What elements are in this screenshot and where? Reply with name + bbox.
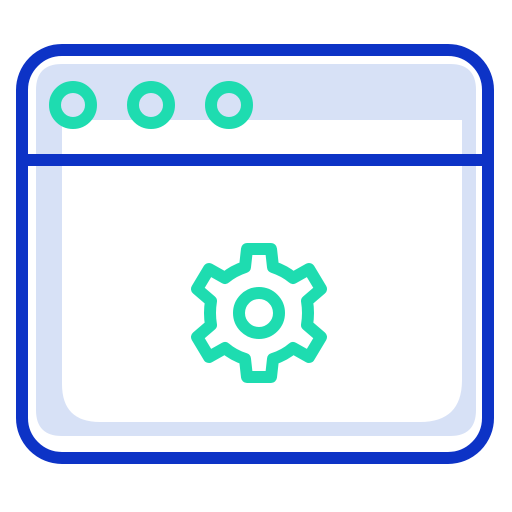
- gear-hub: [233, 287, 285, 339]
- browser-settings-icon: [16, 44, 494, 464]
- gear-outline: [191, 243, 327, 383]
- gear-icon: [191, 243, 327, 383]
- icon-canvas: [0, 0, 512, 512]
